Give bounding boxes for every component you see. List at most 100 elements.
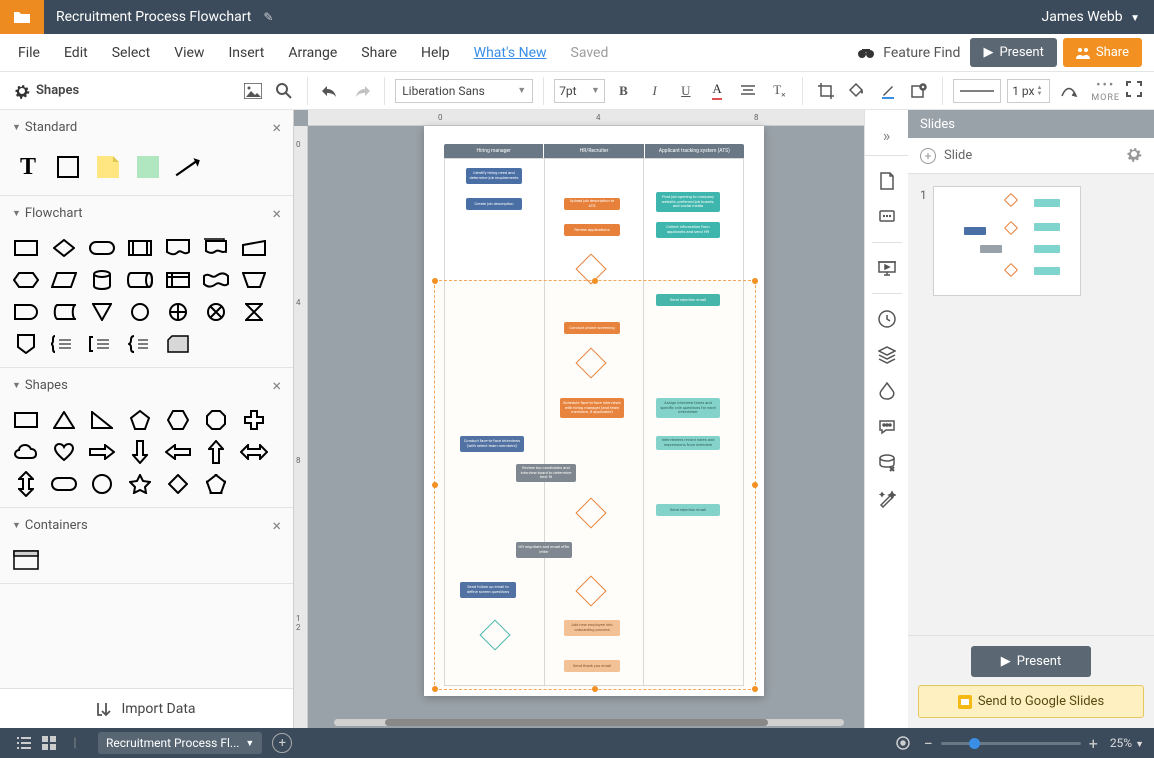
fullscreen-icon[interactable] xyxy=(1126,81,1142,101)
bs-cross[interactable] xyxy=(240,409,268,431)
data-icon[interactable] xyxy=(876,452,898,474)
rect-shape[interactable] xyxy=(54,153,82,181)
zoom-out-icon[interactable]: − xyxy=(924,734,933,753)
present-button[interactable]: ▶ Present xyxy=(970,38,1056,67)
close-icon[interactable]: × xyxy=(272,118,281,137)
menu-help[interactable]: Help xyxy=(409,39,462,67)
node[interactable]: Collect information from applicants and … xyxy=(656,222,720,238)
section-containers-header[interactable]: ▼ Containers × xyxy=(0,508,293,543)
menu-share[interactable]: Share xyxy=(349,39,409,67)
fc-note[interactable] xyxy=(88,333,116,355)
fc-stored[interactable] xyxy=(50,301,78,323)
node[interactable]: HR negotiate and email offer letter xyxy=(516,542,572,558)
bs-udarrow[interactable] xyxy=(12,473,40,495)
block-shape[interactable] xyxy=(134,153,162,181)
zoom-thumb[interactable] xyxy=(969,738,980,749)
bs-rect[interactable] xyxy=(12,409,40,431)
text-format-icon[interactable]: T× xyxy=(767,78,792,104)
theme-icon[interactable] xyxy=(876,380,898,402)
close-icon[interactable]: × xyxy=(272,516,281,535)
fc-data[interactable] xyxy=(50,269,78,291)
hscroll-thumb[interactable] xyxy=(385,719,768,726)
bs-pentagon[interactable] xyxy=(126,409,154,431)
bs-star[interactable] xyxy=(126,473,154,495)
menu-file[interactable]: File xyxy=(6,39,52,67)
node[interactable]: Upload job description to ATS xyxy=(564,198,620,210)
shape-options-icon[interactable] xyxy=(907,78,932,104)
bs-uarrow[interactable] xyxy=(202,441,230,463)
grid-icon[interactable] xyxy=(36,736,62,750)
container-shape[interactable] xyxy=(12,549,40,571)
presentation-icon[interactable] xyxy=(876,257,898,279)
fc-brace[interactable] xyxy=(50,333,78,355)
zoom-in-icon[interactable]: + xyxy=(1089,734,1098,753)
canvas[interactable]: 0 4 8 0 4 8 1 2 Hiring manager HR/Recrui… xyxy=(294,110,864,728)
fc-predef[interactable] xyxy=(126,237,154,259)
node[interactable]: Review top candidates and interview boar… xyxy=(516,464,576,482)
italic-icon[interactable]: I xyxy=(642,78,667,104)
more-label[interactable]: MORE xyxy=(1091,93,1120,103)
node[interactable]: Conduct phone screening xyxy=(564,322,620,334)
underline-icon[interactable]: U xyxy=(673,78,698,104)
decision[interactable] xyxy=(576,348,606,378)
text-color-icon[interactable]: A xyxy=(704,78,729,104)
bold-icon[interactable]: B xyxy=(611,78,636,104)
node[interactable]: Conduct face-to-face interviews (with se… xyxy=(460,436,524,452)
import-data-button[interactable]: Import Data xyxy=(0,688,293,728)
zoom-value[interactable]: 25% ▼ xyxy=(1110,736,1144,750)
line-width-select[interactable]: 1 px ▲▼ xyxy=(1007,79,1050,103)
present-button-2[interactable]: ▶ Present xyxy=(971,646,1091,677)
fc-database[interactable] xyxy=(88,269,116,291)
page[interactable]: Hiring manager HR/Recruiter Applicant tr… xyxy=(424,126,764,696)
add-slide-row[interactable]: + Slide xyxy=(908,138,1154,174)
feature-find[interactable]: Feature Find xyxy=(857,45,960,61)
bs-circle[interactable] xyxy=(88,473,116,495)
layers-icon[interactable] xyxy=(876,344,898,366)
menu-insert[interactable]: Insert xyxy=(216,39,276,67)
fc-internal[interactable] xyxy=(164,269,192,291)
fc-bracelist[interactable] xyxy=(126,333,154,355)
swimlane-header-2[interactable]: HR/Recruiter xyxy=(544,144,644,158)
bs-heart[interactable] xyxy=(50,441,78,463)
zoom-slider[interactable] xyxy=(941,742,1081,745)
decision[interactable] xyxy=(480,620,510,650)
image-icon[interactable] xyxy=(241,78,266,104)
document-title[interactable]: Recruitment Process Flowchart xyxy=(44,9,259,25)
fc-preparation[interactable] xyxy=(12,269,40,291)
fc-offpage[interactable] xyxy=(12,333,40,355)
bs-hexagon[interactable] xyxy=(164,409,192,431)
node[interactable]: Post job opening to company website, pre… xyxy=(656,192,720,212)
bs-pill[interactable] xyxy=(50,473,78,495)
bs-diamond[interactable] xyxy=(164,473,192,495)
node[interactable]: Send rejection email xyxy=(656,504,720,516)
bs-darrow[interactable] xyxy=(126,441,154,463)
node[interactable]: Send rejection email xyxy=(656,294,720,306)
add-page-button[interactable]: + xyxy=(272,733,292,753)
swimlane-header-1[interactable]: Hiring manager xyxy=(444,144,544,158)
node[interactable]: Review applications xyxy=(564,224,620,236)
bs-isotri[interactable] xyxy=(50,409,78,431)
page-icon[interactable] xyxy=(876,170,898,192)
node[interactable]: Interviewers record notes and impression… xyxy=(656,436,720,450)
gear-icon[interactable] xyxy=(1126,146,1142,166)
bs-polygon[interactable] xyxy=(202,473,230,495)
menu-whatsnew[interactable]: What's New xyxy=(462,39,559,67)
chat-icon[interactable] xyxy=(876,416,898,438)
fc-card[interactable] xyxy=(164,333,192,355)
edit-title-icon[interactable]: ✎ xyxy=(263,10,273,24)
decision[interactable] xyxy=(576,498,606,528)
bs-octagon[interactable] xyxy=(202,409,230,431)
fc-or[interactable] xyxy=(164,301,192,323)
bs-righttri[interactable] xyxy=(88,409,116,431)
line-style-select[interactable] xyxy=(953,79,1002,103)
decision[interactable] xyxy=(576,576,606,606)
folder-icon[interactable] xyxy=(0,0,44,34)
fc-terminator[interactable] xyxy=(88,237,116,259)
font-select[interactable]: Liberation Sans ▼ xyxy=(395,79,533,103)
align-icon[interactable] xyxy=(736,78,761,104)
menu-edit[interactable]: Edit xyxy=(52,39,100,67)
decision[interactable] xyxy=(576,254,606,284)
arrow-shape[interactable] xyxy=(174,153,202,181)
menu-select[interactable]: Select xyxy=(100,39,162,67)
fc-collate[interactable] xyxy=(240,301,268,323)
